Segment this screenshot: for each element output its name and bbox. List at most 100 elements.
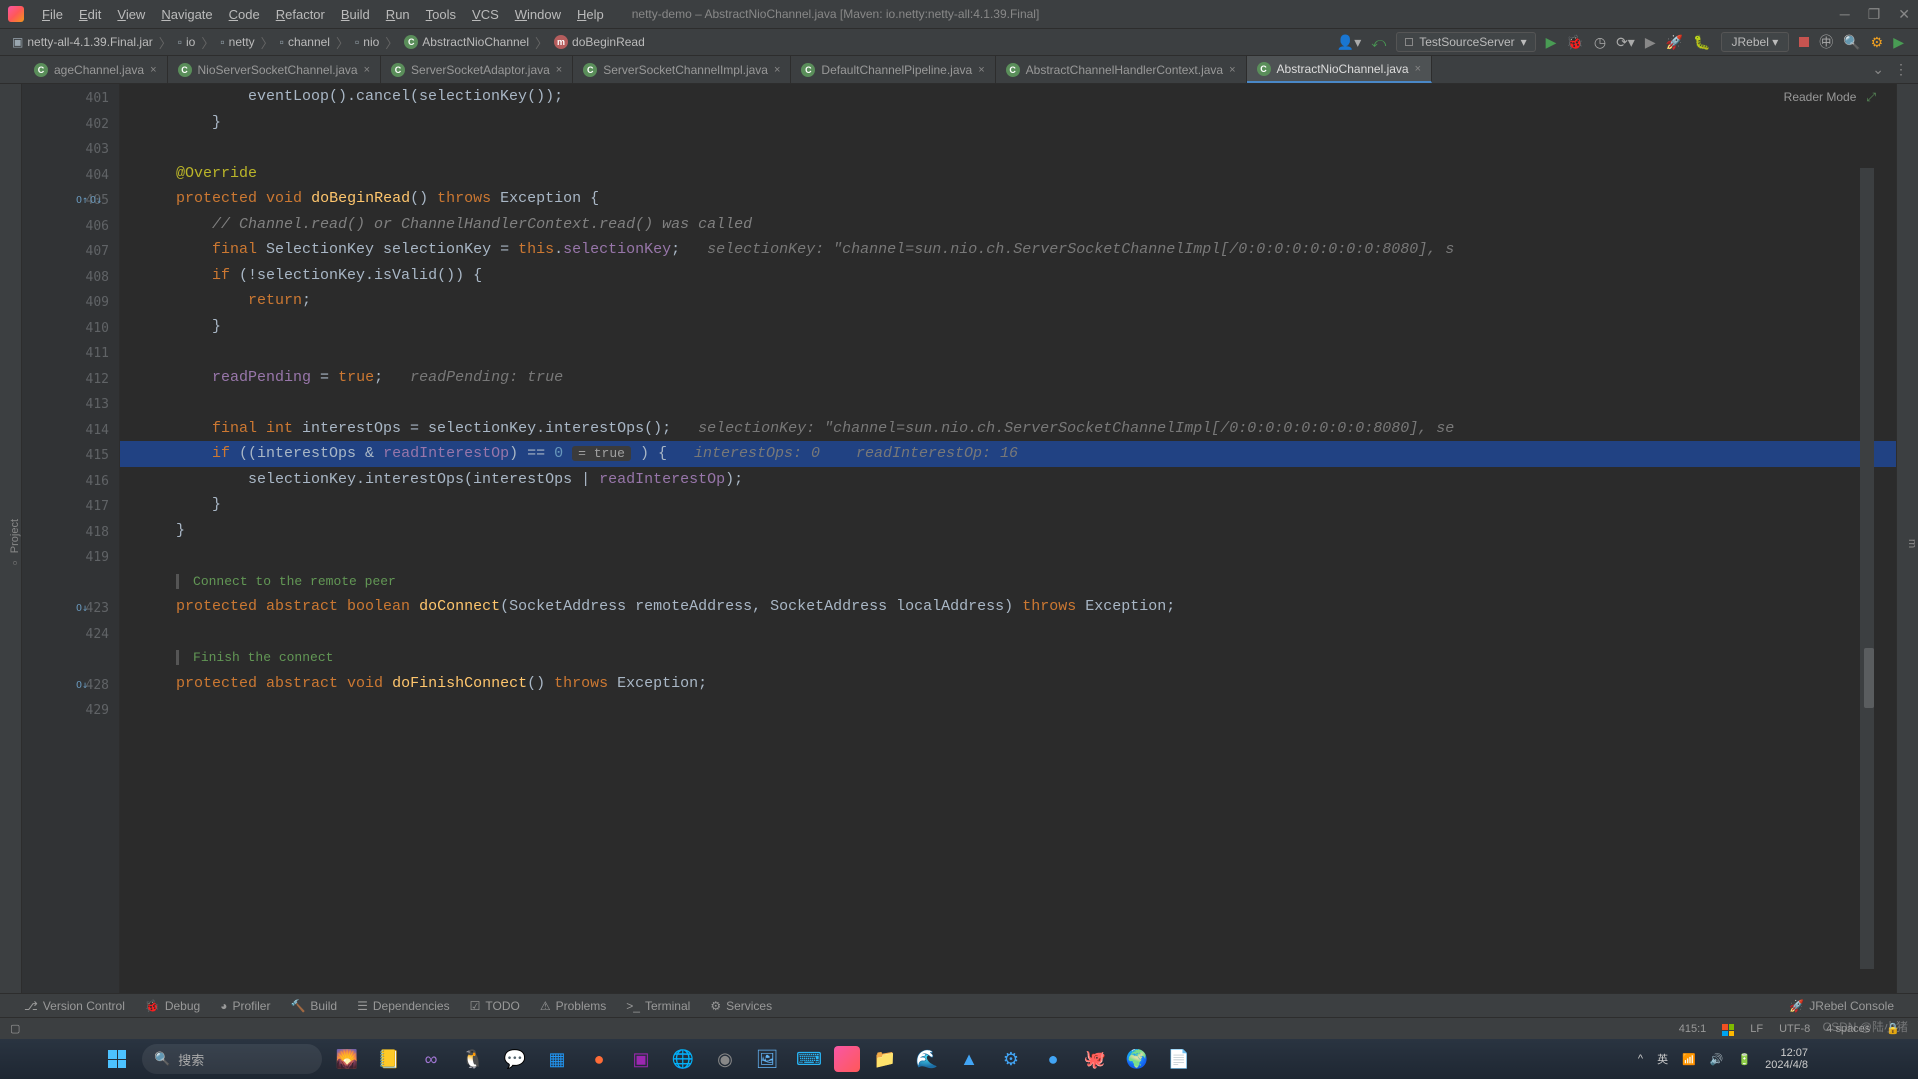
scrollbar-thumb[interactable]	[1864, 648, 1874, 708]
menu-help[interactable]: Help	[569, 7, 612, 22]
breadcrumb-channel[interactable]: ▫channel	[274, 35, 336, 49]
code-line[interactable]: readPending = true; readPending: true	[140, 365, 1896, 391]
tool-window-debug[interactable]: 🐞Debug	[135, 999, 210, 1013]
gutter-line[interactable]: 417	[22, 494, 119, 520]
minimize-icon[interactable]: ─	[1840, 6, 1850, 23]
code-line[interactable]: }	[140, 518, 1896, 544]
line-separator[interactable]: LF	[1742, 1023, 1771, 1035]
tb-notes[interactable]: 📄	[1162, 1042, 1196, 1076]
tray-up-icon[interactable]: ^	[1638, 1053, 1643, 1065]
code-line[interactable]: if (!selectionKey.isValid()) {	[140, 263, 1896, 289]
code-line[interactable]: final int interestOps = selectionKey.int…	[140, 416, 1896, 442]
code-line[interactable]: final SelectionKey selectionKey = this.s…	[140, 237, 1896, 263]
gutter-line[interactable]: 402	[22, 112, 119, 138]
code-line[interactable]	[140, 696, 1896, 722]
code-line[interactable]	[140, 390, 1896, 416]
code-line[interactable]: protected abstract void doFinishConnect(…	[140, 671, 1896, 697]
tool-window-build[interactable]: 🔨Build	[280, 999, 347, 1013]
tool-window-dependencies[interactable]: ☰Dependencies	[347, 999, 460, 1013]
menu-run[interactable]: Run	[378, 7, 418, 22]
tb-vscode[interactable]: ⌨	[792, 1042, 826, 1076]
gutter-line[interactable]: 409	[22, 290, 119, 316]
tray-clock[interactable]: 12:07 2024/4/8	[1765, 1047, 1808, 1071]
tab-ServerSocketAdaptor.java[interactable]: CServerSocketAdaptor.java×	[381, 56, 573, 83]
code-line[interactable]: selectionKey.interestOps(interestOps | r…	[140, 467, 1896, 493]
user-icon[interactable]: 👤▾	[1337, 34, 1361, 51]
gutter-line[interactable]	[22, 571, 119, 597]
gutter-line[interactable]: 415	[22, 443, 119, 469]
tb-explorer[interactable]: 📁	[868, 1042, 902, 1076]
code-line[interactable]: }	[140, 492, 1896, 518]
tool-window-version-control[interactable]: ⎇Version Control	[14, 999, 135, 1013]
tb-app-1[interactable]: 🌄	[330, 1042, 364, 1076]
gutter-line[interactable]: 410	[22, 316, 119, 342]
implements-icon[interactable]: O↓	[90, 195, 102, 206]
breadcrumb-io[interactable]: ▫io	[172, 35, 202, 49]
tool-window-profiler[interactable]: ◕Profiler	[210, 999, 280, 1013]
coverage-icon[interactable]: ◷	[1594, 34, 1606, 51]
tb-edge[interactable]: 🌊	[910, 1042, 944, 1076]
code-line[interactable]: Finish the connect	[140, 645, 1896, 671]
tab-close-icon[interactable]: ×	[774, 64, 780, 76]
tab-more-icon[interactable]: ⋮	[1894, 61, 1908, 78]
jrebel-button[interactable]: JRebel ▾	[1721, 32, 1790, 52]
tool-window-terminal[interactable]: >_Terminal	[616, 999, 700, 1013]
code-line[interactable]: }	[140, 110, 1896, 136]
gutter-line[interactable]: 411	[22, 341, 119, 367]
run2-icon[interactable]: ▶	[1893, 34, 1904, 51]
close-icon[interactable]: ✕	[1898, 6, 1910, 23]
hammer-icon[interactable]: ⤺	[1371, 34, 1386, 51]
settings-icon[interactable]: ⚙	[1871, 34, 1884, 51]
code-line[interactable]	[140, 543, 1896, 569]
override-icon[interactable]: O↑	[76, 195, 88, 206]
tb-wechat[interactable]: 💬	[498, 1042, 532, 1076]
code-line[interactable]: }	[140, 314, 1896, 340]
gutter-line[interactable]: 407	[22, 239, 119, 265]
tool-window-todo[interactable]: ☑TODO	[460, 999, 530, 1013]
tb-github[interactable]: 🐙	[1078, 1042, 1112, 1076]
encoding[interactable]: UTF-8	[1771, 1023, 1818, 1035]
start-button[interactable]	[100, 1042, 134, 1076]
implements-icon[interactable]: O↓	[76, 603, 88, 614]
code-line[interactable]	[140, 620, 1896, 646]
gutter-line[interactable]: 403	[22, 137, 119, 163]
debug-icon[interactable]: 🐞	[1566, 34, 1583, 51]
code-line[interactable]: return;	[140, 288, 1896, 314]
tb-postman[interactable]: ●	[582, 1042, 616, 1076]
stop-icon[interactable]	[1799, 34, 1809, 50]
tb-app-17[interactable]: ⚙	[994, 1042, 1028, 1076]
translate-icon[interactable]: ㊥	[1819, 32, 1833, 52]
search-icon[interactable]: 🔍	[1843, 34, 1860, 51]
gutter-line[interactable]: 401	[22, 86, 119, 112]
menu-refactor[interactable]: Refactor	[268, 7, 333, 22]
tb-intellij[interactable]	[834, 1046, 860, 1072]
tb-app-4[interactable]: 🐧	[456, 1042, 490, 1076]
code-line[interactable]: eventLoop().cancel(selectionKey());	[140, 84, 1896, 110]
tab-NioServerSocketChannel.java[interactable]: CNioServerSocketChannel.java×	[168, 56, 382, 83]
profile-icon[interactable]: ⟳▾	[1616, 34, 1635, 51]
right-rail-m[interactable]: m	[1906, 539, 1918, 548]
gutter-line[interactable]: 414	[22, 418, 119, 444]
gutter-line[interactable]: 406	[22, 214, 119, 240]
gutter-line[interactable]: 429	[22, 698, 119, 724]
code-line[interactable]: @Override	[140, 161, 1896, 187]
reader-expand-icon[interactable]: ⤢	[1866, 90, 1876, 105]
tab-dropdown-icon[interactable]: ⌄	[1872, 61, 1884, 78]
jrebel-run-icon[interactable]: 🚀	[1666, 34, 1683, 51]
code-line[interactable]	[140, 135, 1896, 161]
editor-area[interactable]: Reader Mode ⤢ 401402403404405O↑O↓4064074…	[22, 84, 1896, 993]
tab-close-icon[interactable]: ×	[1415, 63, 1421, 75]
tab-AbstractChannelHandlerContext.java[interactable]: CAbstractChannelHandlerContext.java×	[996, 56, 1247, 83]
tab-close-icon[interactable]: ×	[978, 64, 984, 76]
tab-DefaultChannelPipeline.java[interactable]: CDefaultChannelPipeline.java×	[791, 56, 995, 83]
tb-app-16[interactable]: ▲	[952, 1042, 986, 1076]
menu-window[interactable]: Window	[507, 7, 569, 22]
code-line[interactable]: if ((interestOps & readInterestOp) == 0 …	[120, 441, 1896, 467]
breadcrumb-AbstractNioChannel[interactable]: CAbstractNioChannel	[398, 35, 535, 49]
tb-visualstudio[interactable]: ∞	[414, 1042, 448, 1076]
code-line[interactable]: Connect to the remote peer	[140, 569, 1896, 595]
jrebel-debug-icon[interactable]: 🐛	[1693, 34, 1710, 51]
gutter-line[interactable]: 423O↓	[22, 596, 119, 622]
tab-close-icon[interactable]: ×	[1229, 64, 1235, 76]
gutter-line[interactable]	[22, 647, 119, 673]
